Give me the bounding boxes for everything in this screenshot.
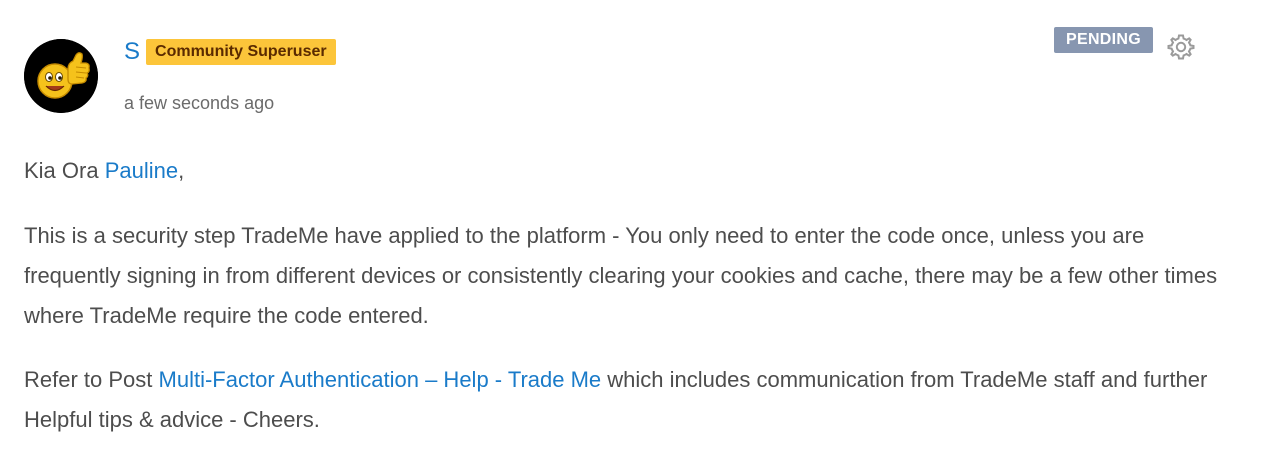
main-paragraph: This is a security step TradeMe have app… <box>24 223 1218 328</box>
mention-link[interactable]: Pauline <box>105 158 178 183</box>
author-name-link[interactable]: S <box>124 36 140 68</box>
gear-icon[interactable] <box>1166 32 1196 62</box>
post-timestamp: a few seconds ago <box>124 93 275 113</box>
greeting-suffix: , <box>178 158 185 183</box>
thumbs-up-smiley-icon <box>24 39 98 113</box>
post-body: Kia Ora Pauline, This is a security step… <box>24 151 1224 440</box>
help-article-link[interactable]: Multi-Factor Authentication – Help - Tra… <box>159 367 602 392</box>
refer-paragraph: Refer to Post Multi-Factor Authenticatio… <box>24 360 1224 440</box>
author-line: S Community Superuser <box>124 36 336 68</box>
status-badge: PENDING <box>1054 27 1153 53</box>
avatar[interactable] <box>24 39 98 113</box>
greeting-paragraph: Kia Ora Pauline, <box>24 151 1224 191</box>
rank-badge[interactable]: Community Superuser <box>146 39 336 65</box>
refer-prefix: Refer to Post <box>24 367 159 392</box>
forum-post: S Community Superuser a few seconds ago … <box>0 0 1277 453</box>
greeting-prefix: Kia Ora <box>24 158 105 183</box>
